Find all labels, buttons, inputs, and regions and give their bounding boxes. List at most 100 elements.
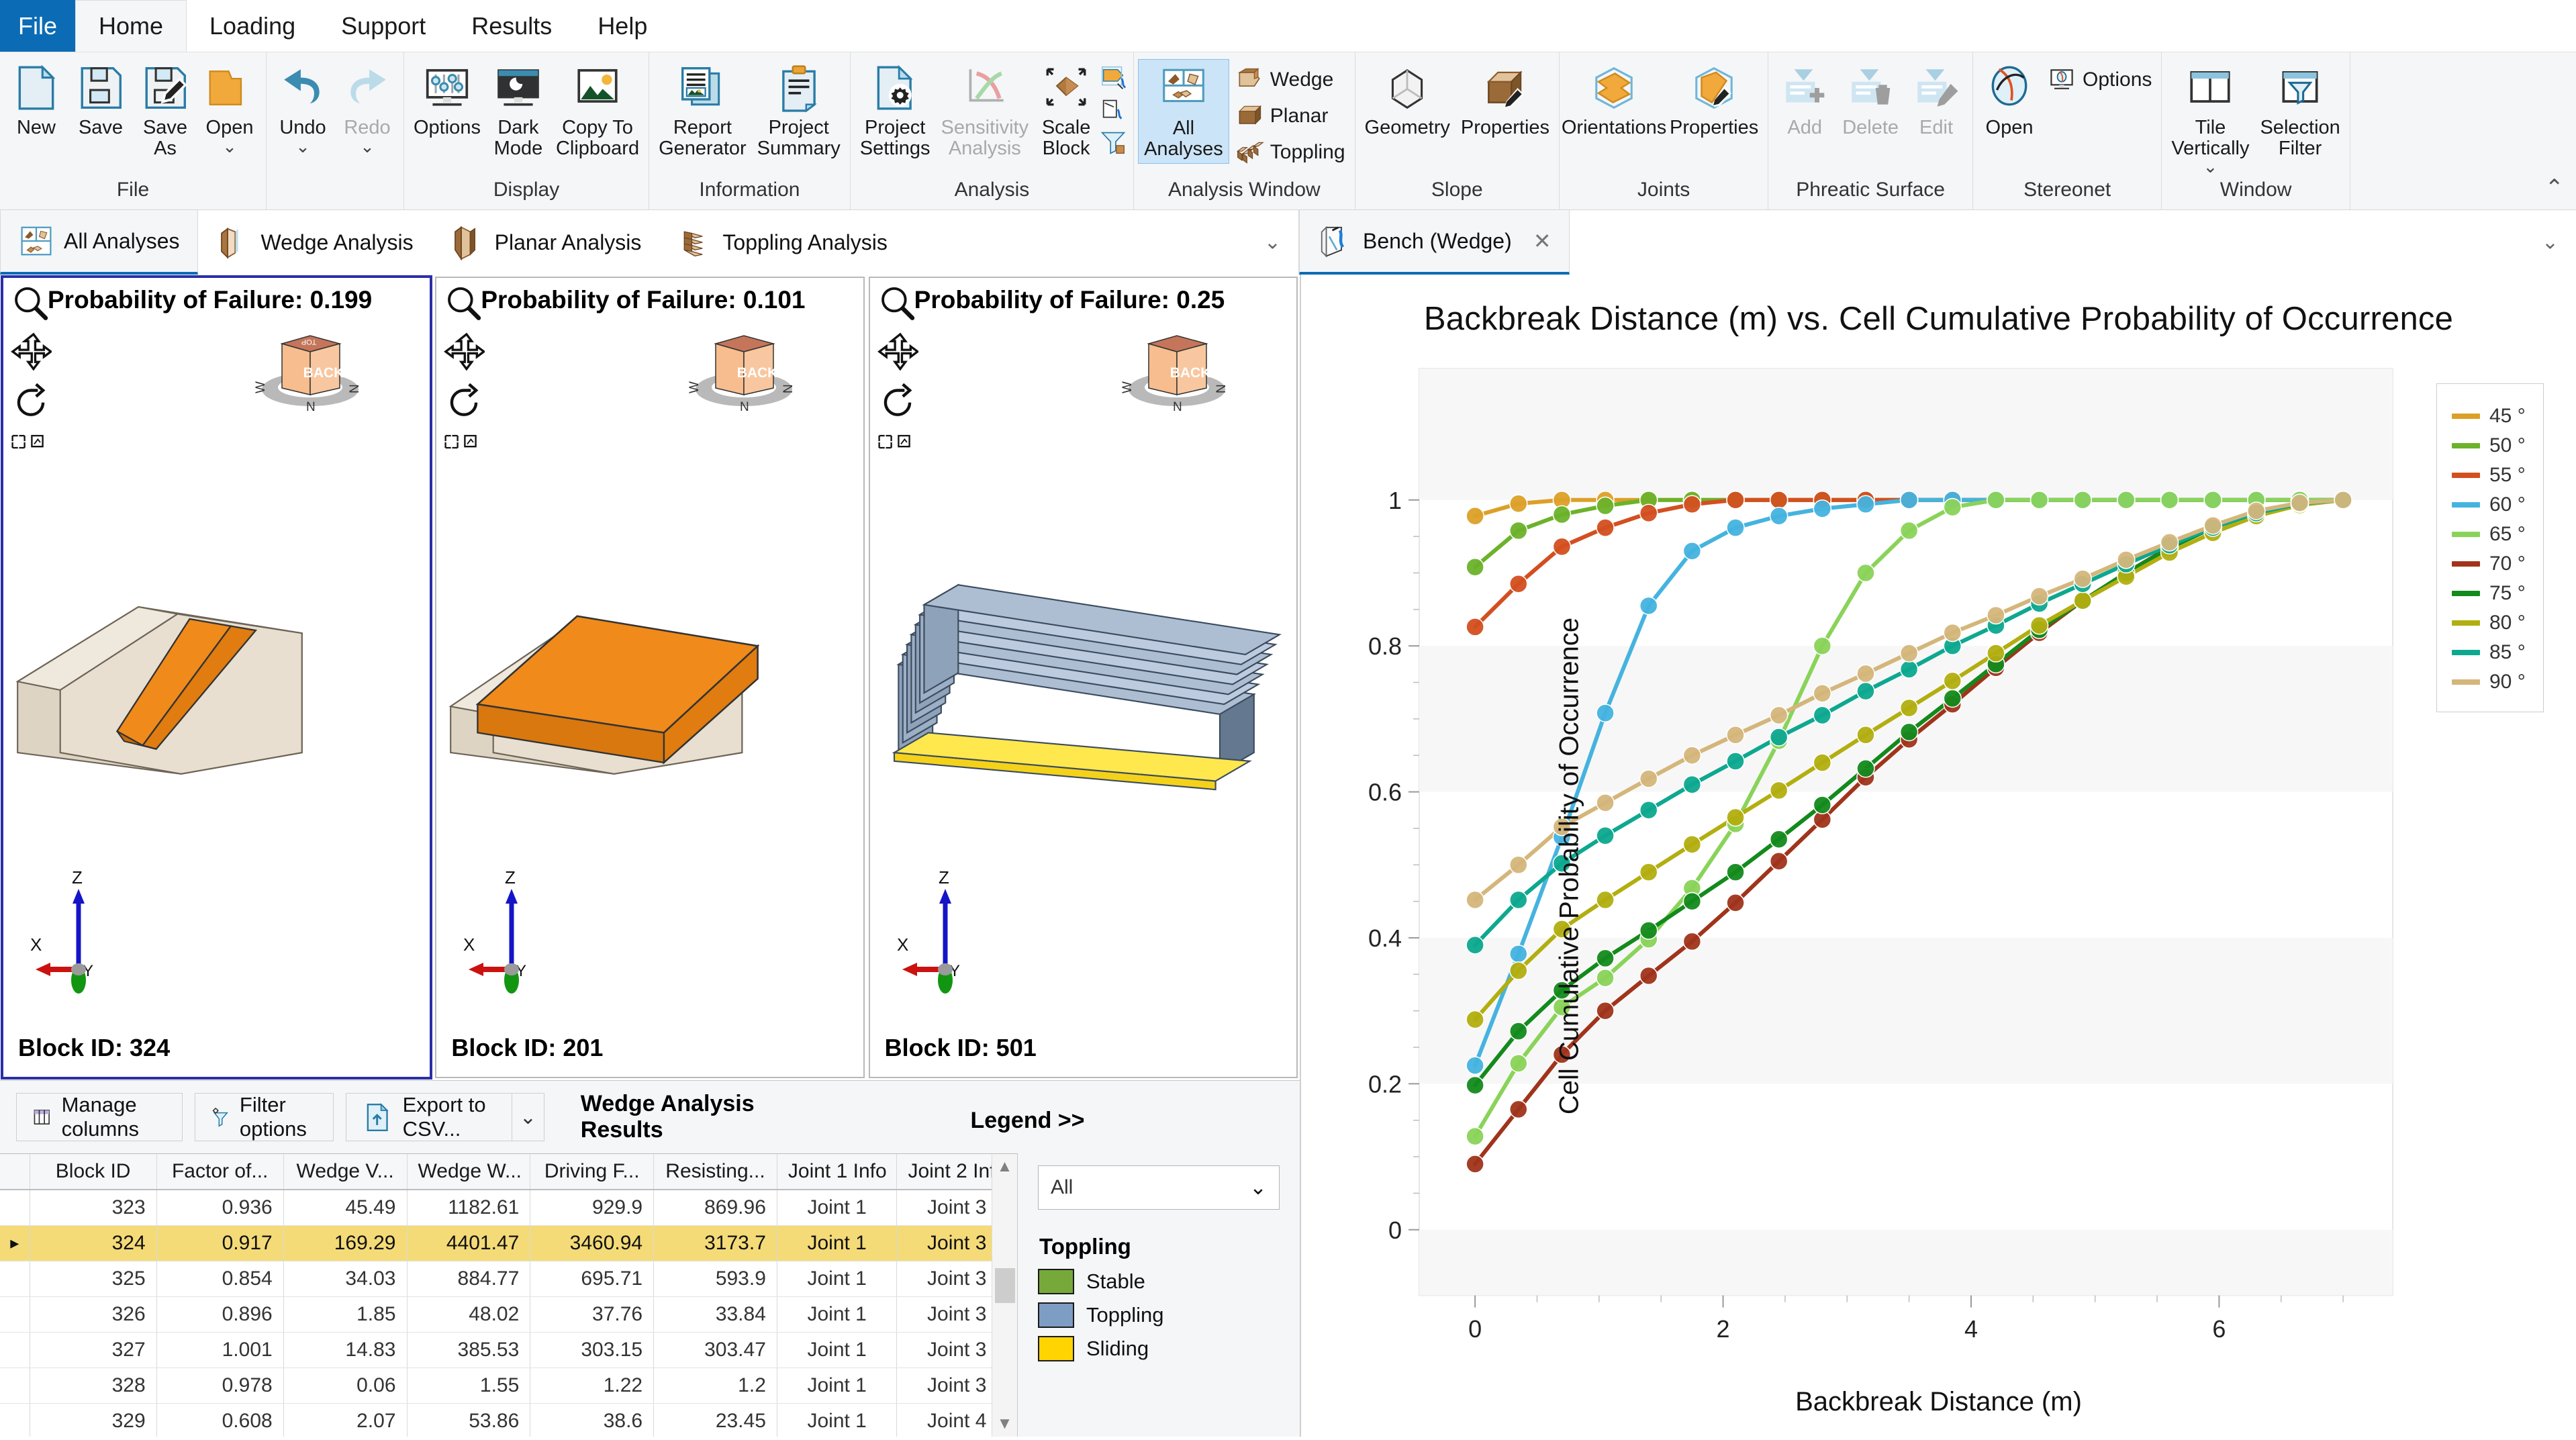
chevron-down-icon[interactable]: ⌄ (1264, 231, 1281, 254)
orientation-cube-1[interactable]: W N N TOP BACK (230, 320, 391, 414)
table-row[interactable]: 325 0.854 34.03 884.77 695.71 593.9 Join… (0, 1261, 1017, 1296)
toppling-window-button[interactable]: Toppling (1229, 136, 1351, 169)
zoom-icon[interactable] (877, 283, 918, 325)
scale-planar-icon[interactable] (1098, 95, 1129, 126)
pan-icon[interactable] (10, 332, 52, 373)
menu-item-loading[interactable]: Loading (187, 0, 318, 52)
new-button[interactable]: New (4, 59, 68, 142)
selection-filter-button[interactable]: Selection Filter (2254, 59, 2345, 162)
chart-legend-item[interactable]: 55 ° (2437, 461, 2543, 490)
zoom-icon[interactable] (10, 283, 52, 325)
wedge-window-button[interactable]: Wedge (1229, 63, 1351, 97)
open-button[interactable]: Open ⌄ (197, 59, 262, 158)
tile-vertically-button[interactable]: Tile Vertically ⌄ (2166, 59, 2254, 178)
chevron-down-icon[interactable]: ⌄ (295, 140, 310, 154)
delete-phreatic-button[interactable]: Delete (1837, 59, 1904, 142)
tab-wedge-analysis[interactable]: Wedge Analysis (198, 210, 432, 275)
menu-item-results[interactable]: Results (448, 0, 575, 52)
col-factor-of-safety[interactable]: Factor of... (156, 1154, 283, 1190)
scale-wedge-icon[interactable] (1098, 63, 1129, 94)
close-icon[interactable]: ✕ (1533, 228, 1552, 254)
chart-legend-item[interactable]: 60 ° (2437, 490, 2543, 520)
save-as-button[interactable]: Save As (133, 59, 197, 162)
chart-legend-item[interactable]: 50 ° (2437, 431, 2543, 461)
tab-bench-wedge[interactable]: Bench (Wedge) ✕ (1299, 210, 1570, 275)
chart-legend-item[interactable]: 45 ° (2437, 401, 2543, 431)
col-wedge-volume[interactable]: Wedge V... (283, 1154, 407, 1190)
viewport-toppling[interactable]: Probability of Failure: 0.25 W N N BACK (869, 277, 1298, 1078)
col-joint1-info[interactable]: Joint 1 Info (777, 1154, 897, 1190)
orientation-cube-3[interactable]: W N N BACK (1096, 320, 1257, 414)
table-vertical-scrollbar[interactable]: ▲ ▼ (992, 1154, 1017, 1437)
display-options-button[interactable]: Options (408, 59, 486, 142)
orientation-cube-2[interactable]: W N N BACK (663, 320, 824, 414)
chevron-up-icon[interactable]: ⌃ (2545, 175, 2565, 201)
scroll-down-icon[interactable]: ▼ (992, 1411, 1017, 1437)
table-row[interactable]: ▸ 324 0.917 169.29 4401.47 3460.94 3173.… (0, 1225, 1017, 1261)
joint-properties-button[interactable]: Properties (1664, 59, 1764, 142)
legend-header[interactable]: Legend >> (970, 1108, 1084, 1134)
copy-to-clipboard-button[interactable]: Copy To Clipboard (551, 59, 645, 162)
col-resisting-force[interactable]: Resisting... (654, 1154, 777, 1190)
viewport-planar[interactable]: Probability of Failure: 0.101 W N N BACK (435, 277, 864, 1078)
chart-legend-item[interactable]: 80 ° (2437, 608, 2543, 638)
redo-button[interactable]: Redo ⌄ (335, 59, 399, 158)
tab-planar-analysis[interactable]: Planar Analysis (432, 210, 660, 275)
pan-icon[interactable] (877, 332, 918, 373)
dark-mode-button[interactable]: Dark Mode (486, 59, 551, 162)
slope-geometry-button[interactable]: Geometry (1359, 59, 1456, 142)
menu-item-file[interactable]: File (0, 0, 75, 52)
filter-block-icon[interactable] (1098, 128, 1129, 158)
scale-block-button[interactable]: Scale Block (1034, 59, 1098, 162)
tab-toppling-analysis[interactable]: Toppling Analysis (659, 210, 905, 275)
tab-all-analyses[interactable]: All Analyses (0, 210, 198, 275)
scroll-up-icon[interactable]: ▲ (992, 1154, 1017, 1180)
report-generator-button[interactable]: Report Generator (653, 59, 752, 162)
save-button[interactable]: Save (68, 59, 133, 142)
chevron-down-icon[interactable]: ⌄ (360, 140, 375, 154)
planar-window-button[interactable]: Planar (1229, 99, 1351, 133)
export-csv-split-button[interactable]: Export to CSV... ⌄ (346, 1093, 544, 1141)
table-row[interactable]: 328 0.978 0.06 1.55 1.22 1.2 Joint 1 Joi… (0, 1367, 1017, 1403)
legend-filter-select[interactable]: All ⌄ (1038, 1165, 1280, 1210)
rotate-icon[interactable] (10, 380, 52, 422)
menu-item-support[interactable]: Support (318, 0, 448, 52)
table-row[interactable]: 327 1.001 14.83 385.53 303.15 303.47 Joi… (0, 1332, 1017, 1367)
undo-button[interactable]: Undo ⌄ (271, 59, 335, 158)
chart-legend-item[interactable]: 85 ° (2437, 638, 2543, 667)
chart-legend-item[interactable]: 75 ° (2437, 579, 2543, 608)
chevron-down-icon[interactable]: ⌄ (2203, 160, 2218, 174)
scrollbar-thumb[interactable] (995, 1268, 1015, 1303)
chart-legend-item[interactable]: 90 ° (2437, 667, 2543, 697)
chevron-down-icon[interactable]: ⌄ (2542, 231, 2559, 254)
stereonet-options-button[interactable]: Options (2042, 63, 2157, 97)
export-csv-button[interactable]: Export to CSV... (346, 1094, 512, 1141)
all-analyses-button[interactable]: All Analyses (1138, 59, 1229, 164)
filter-options-button[interactable]: Filter options (195, 1093, 334, 1141)
edit-phreatic-button[interactable]: Edit (1904, 59, 1968, 142)
slope-properties-button[interactable]: Properties (1456, 59, 1555, 142)
stereonet-open-button[interactable]: Open (1977, 59, 2042, 142)
add-phreatic-button[interactable]: Add (1772, 59, 1837, 142)
menu-item-help[interactable]: Help (575, 0, 670, 52)
viewport-wedge[interactable]: Probability of Failure: 0.199 W N N TOP … (1, 275, 432, 1079)
table-row[interactable]: 323 0.936 45.49 1182.61 929.9 869.96 Joi… (0, 1190, 1017, 1225)
chart-legend-item[interactable]: 65 ° (2437, 520, 2543, 549)
pan-icon[interactable] (443, 332, 485, 373)
project-settings-button[interactable]: Project Settings (855, 59, 936, 162)
menu-item-home[interactable]: Home (75, 0, 187, 52)
project-summary-button[interactable]: Project Summary (752, 59, 846, 162)
sensitivity-analysis-button[interactable]: Sensitivity Analysis (936, 59, 1035, 162)
joint-orientations-button[interactable]: Orientations (1564, 59, 1664, 142)
rotate-icon[interactable] (443, 380, 485, 422)
col-block-id[interactable]: Block ID (30, 1154, 156, 1190)
chart-legend-item[interactable]: 70 ° (2437, 549, 2543, 579)
rotate-icon[interactable] (877, 380, 918, 422)
results-table-scroll[interactable]: Block ID Factor of... Wedge V... Wedge W… (0, 1154, 1017, 1437)
table-row[interactable]: 326 0.896 1.85 48.02 37.76 33.84 Joint 1… (0, 1296, 1017, 1332)
zoom-icon[interactable] (443, 283, 485, 325)
col-wedge-weight[interactable]: Wedge W... (407, 1154, 530, 1190)
col-driving-force[interactable]: Driving F... (530, 1154, 654, 1190)
manage-columns-button[interactable]: Manage columns (16, 1093, 183, 1141)
chevron-down-icon[interactable]: ⌄ (222, 140, 237, 154)
